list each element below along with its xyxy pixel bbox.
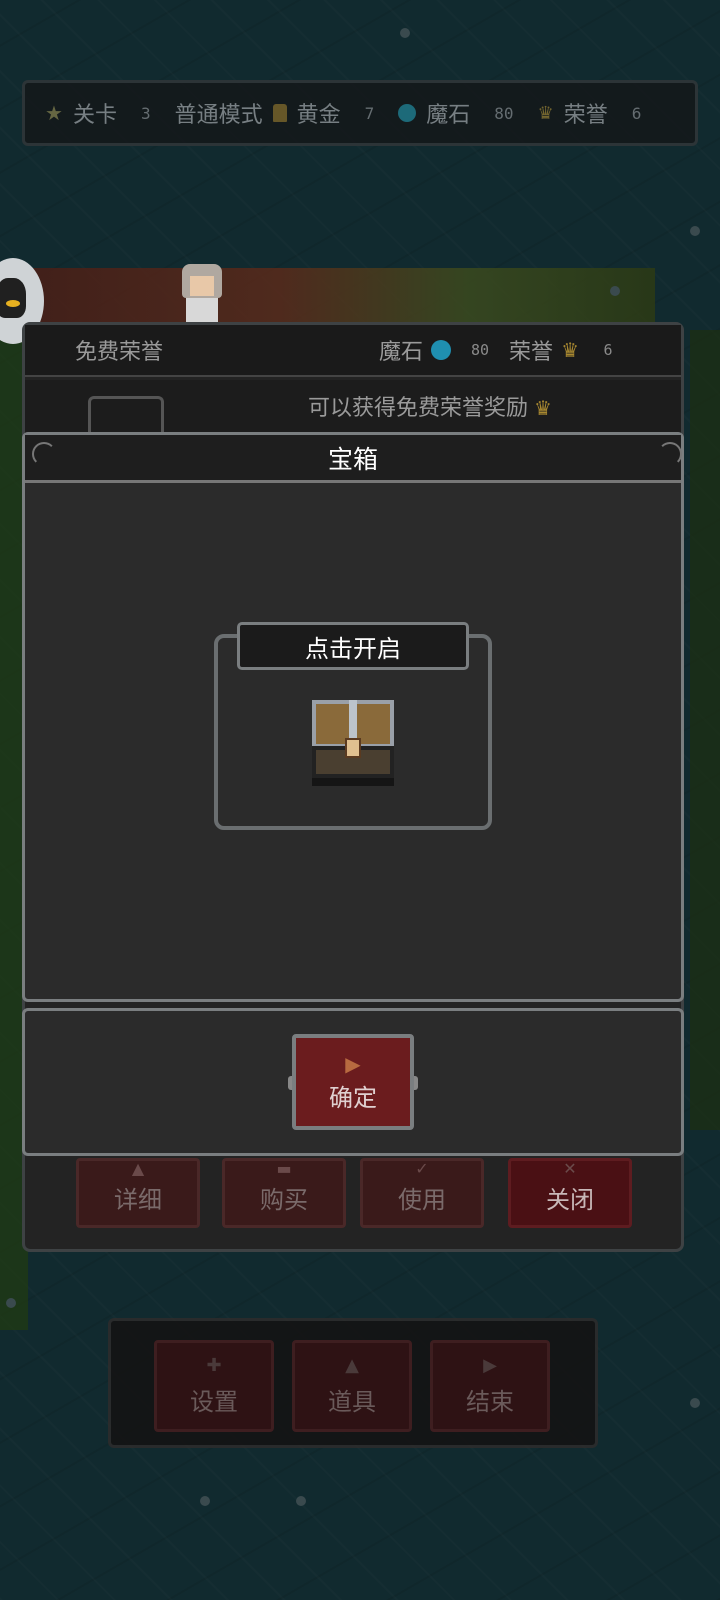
gold-bar-icon — [272, 104, 287, 122]
bg-decoration — [690, 226, 700, 236]
penguin-icon — [0, 278, 26, 318]
magic-stone-label: 魔石 — [426, 103, 471, 128]
close-icon: ✕ — [563, 1159, 577, 1178]
free-reward-text: 可以获得免费荣誉奖励 — [308, 396, 529, 421]
status-bar: ★ 关卡 3 普通模式 黄金 7 魔石 80 ♛ 荣誉 6 — [22, 80, 698, 146]
confirm-button[interactable]: ▶ 确定 — [292, 1034, 414, 1130]
penguin-beak — [6, 300, 20, 307]
reward-slot — [88, 396, 164, 436]
detail-label: 详细 — [114, 1186, 162, 1214]
items-label: 道具 — [328, 1388, 376, 1416]
buy-label: 购买 — [260, 1186, 308, 1214]
detail-button[interactable]: ▲ 详细 — [76, 1158, 200, 1228]
bg-decoration — [296, 1496, 306, 1506]
level-label: 关卡 — [72, 103, 117, 128]
bg-decoration — [610, 286, 620, 296]
play-icon: ▶ — [345, 1051, 361, 1076]
end-button[interactable]: ▶ 结束 — [430, 1340, 550, 1432]
star-icon: ★ — [45, 101, 63, 125]
corner-ornament — [658, 442, 682, 466]
buy-button[interactable]: ▬ 购买 — [222, 1158, 346, 1228]
bg-decoration — [6, 1298, 16, 1308]
chest-dialog-title: 宝箱 — [327, 444, 378, 474]
use-button[interactable]: ✓ 使用 — [360, 1158, 484, 1228]
crown-icon: ♛ — [561, 338, 579, 362]
crown-icon: ♛ — [534, 396, 552, 420]
bg-decoration — [200, 1496, 210, 1506]
treasure-chest-icon[interactable] — [312, 700, 394, 786]
end-label: 结束 — [466, 1388, 514, 1416]
close-button[interactable]: ✕ 关闭 — [508, 1158, 632, 1228]
up-arrow-icon: ▲ — [131, 1159, 145, 1178]
settings-label: 设置 — [190, 1388, 238, 1416]
level-value: 3 — [140, 103, 151, 123]
confirm-label: 确定 — [329, 1083, 377, 1112]
map-terrain-right — [690, 330, 720, 1130]
honor-value: 6 — [631, 103, 642, 123]
cart-icon: ▬ — [276, 1159, 292, 1178]
gem-icon — [431, 340, 452, 360]
bg-decoration — [400, 28, 410, 38]
gem-icon — [398, 104, 417, 122]
wrench-icon: ✚ — [206, 1355, 222, 1376]
magic-stone-value: 80 — [471, 341, 490, 359]
settings-button[interactable]: ✚ 设置 — [154, 1340, 274, 1432]
magic-stone-value: 80 — [494, 103, 514, 123]
gold-label: 黄金 — [296, 103, 341, 128]
open-prompt-text: 点击开启 — [305, 634, 401, 663]
honor-label: 荣誉 — [509, 340, 554, 365]
check-icon: ✓ — [415, 1159, 429, 1178]
magic-stone-label: 魔石 — [379, 340, 424, 365]
honor-value: 6 — [603, 341, 613, 359]
honor-panel-title: 免费荣誉 — [75, 340, 164, 365]
free-reward-message: 可以获得免费荣誉奖励 ♛ — [220, 390, 640, 422]
map-terrain-strip — [30, 268, 655, 328]
items-button[interactable]: ▲ 道具 — [292, 1340, 412, 1432]
honor-label: 荣誉 — [563, 103, 608, 128]
gold-value: 7 — [364, 103, 375, 123]
honor-panel-currency: 魔石 80 荣誉 ♛ 6 — [379, 334, 629, 366]
open-prompt: 点击开启 — [237, 622, 469, 670]
crown-icon: ♛ — [537, 102, 554, 124]
honor-panel-header: 免费荣誉 魔石 80 荣誉 ♛ 6 — [25, 325, 681, 377]
bg-decoration — [690, 1398, 700, 1408]
potion-icon: ▲ — [345, 1355, 359, 1376]
close-label: 关闭 — [546, 1186, 594, 1214]
corner-ornament — [32, 442, 56, 466]
play-icon: ▶ — [483, 1355, 497, 1376]
character-sprite — [172, 262, 234, 324]
chest-dialog-header: 宝箱 — [25, 435, 681, 483]
mode-label: 普通模式 — [174, 103, 263, 128]
use-label: 使用 — [398, 1186, 446, 1214]
